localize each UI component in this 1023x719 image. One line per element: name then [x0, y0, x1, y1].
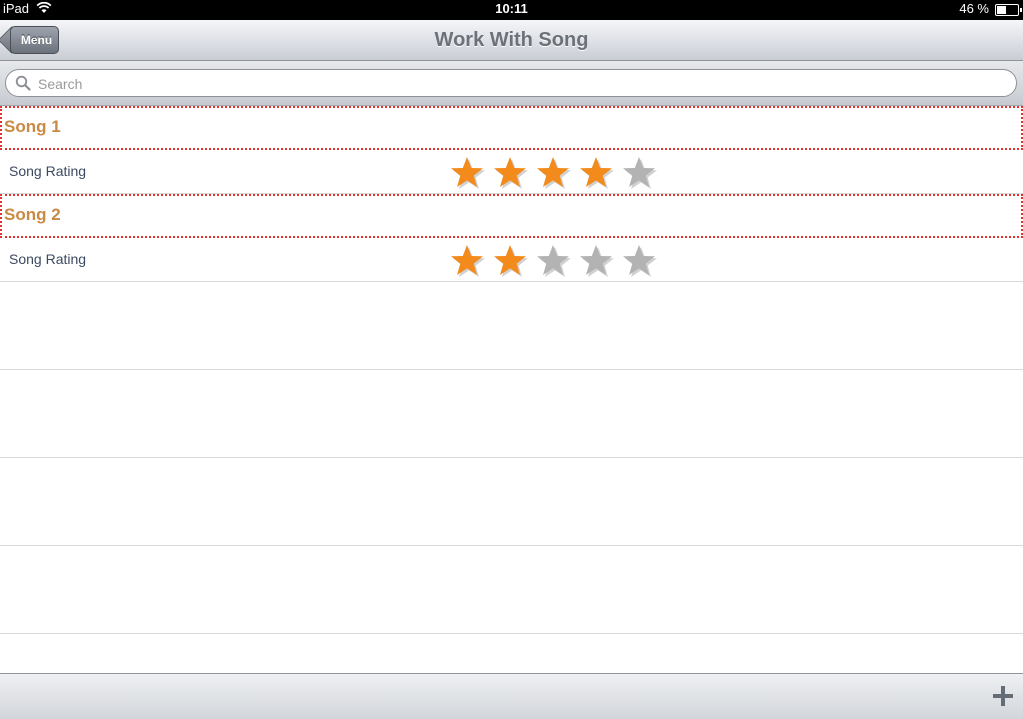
star-rating-control[interactable] — [448, 242, 663, 278]
add-button[interactable] — [989, 682, 1017, 710]
clock: 10:11 — [495, 1, 528, 16]
plus-icon — [993, 686, 1013, 706]
star-empty-icon[interactable] — [620, 154, 663, 190]
song-rating-row: Song Rating — [0, 150, 1023, 194]
bottom-toolbar — [0, 673, 1023, 719]
rating-label: Song Rating — [9, 163, 87, 179]
empty-row — [0, 458, 1023, 546]
star-filled-icon[interactable] — [491, 154, 534, 190]
song-section-header[interactable]: Song 1 — [0, 106, 1023, 150]
battery-icon — [995, 4, 1022, 16]
star-filled-icon[interactable] — [448, 154, 491, 190]
search-input[interactable] — [36, 74, 1000, 94]
page-title: Work With Song — [434, 29, 589, 51]
star-empty-icon[interactable] — [620, 242, 663, 278]
star-filled-icon[interactable] — [448, 242, 491, 278]
battery-percent: 46 % — [959, 1, 989, 16]
star-filled-icon[interactable] — [577, 154, 620, 190]
search-bar — [0, 61, 1023, 106]
song-rating-row: Song Rating — [0, 238, 1023, 282]
search-field[interactable] — [5, 69, 1017, 97]
song-list: Song 1 Song Rating Song 2 Song Rating — [0, 106, 1023, 634]
navigation-bar: Work With Song Menu — [0, 20, 1023, 61]
menu-button-label: Menu — [10, 26, 59, 54]
star-empty-icon[interactable] — [534, 242, 577, 278]
empty-row — [0, 546, 1023, 634]
rating-label: Song Rating — [9, 251, 87, 267]
status-bar: iPad 10:11 46 % — [0, 0, 1023, 20]
empty-row — [0, 370, 1023, 458]
star-empty-icon[interactable] — [577, 242, 620, 278]
star-filled-icon[interactable] — [534, 154, 577, 190]
search-icon — [15, 75, 31, 91]
song-section-header[interactable]: Song 2 — [0, 194, 1023, 238]
star-rating-control[interactable] — [448, 154, 663, 190]
empty-row — [0, 282, 1023, 370]
star-filled-icon[interactable] — [491, 242, 534, 278]
